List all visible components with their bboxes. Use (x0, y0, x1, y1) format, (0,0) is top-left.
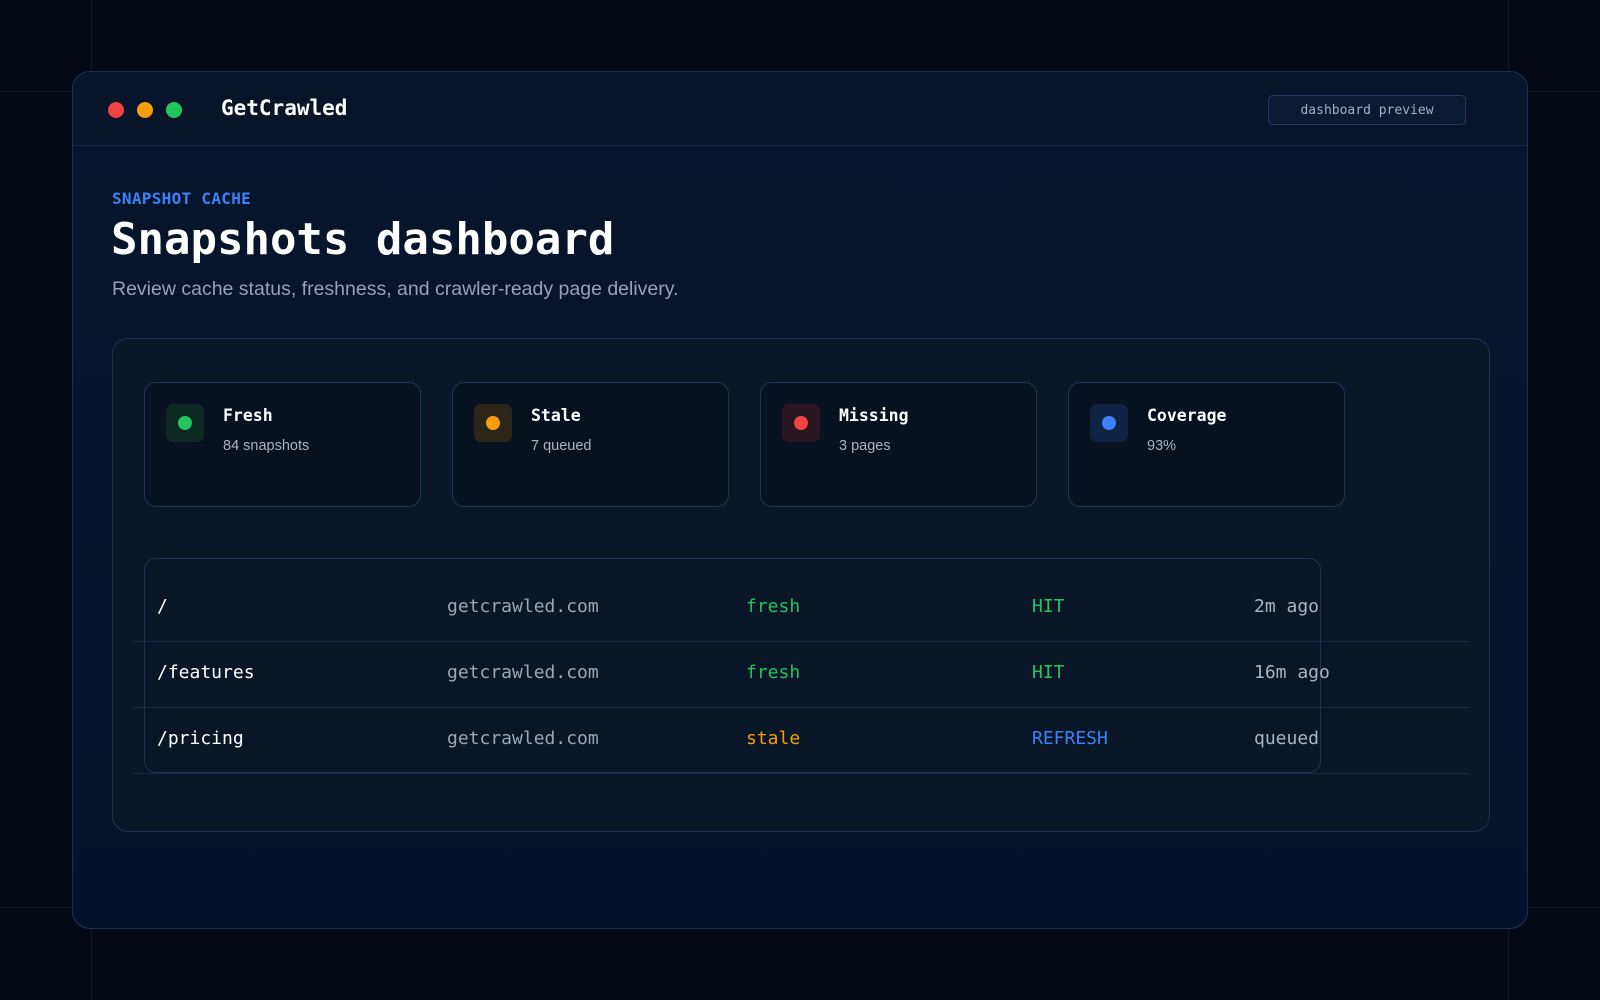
updated-cell: queued (1254, 728, 1320, 749)
host-cell: getcrawled.com (447, 728, 599, 749)
status-dot-icon (1090, 404, 1128, 442)
freshness-cell: stale (746, 728, 801, 749)
dashboard-panel: Fresh 84 snapshots Stale 7 queued Missin… (112, 338, 1490, 832)
stat-value: 3 pages (839, 438, 891, 454)
page-title: Snapshots dashboard (111, 214, 615, 265)
updated-cell: 2m ago (1254, 596, 1320, 617)
stat-value: 93% (1147, 438, 1177, 454)
stat-value: 84 snapshots (223, 438, 310, 454)
app-window: GetCrawled dashboard preview SNAPSHOT CA… (72, 71, 1528, 929)
table-row[interactable]: /pricing getcrawled.com stale REFRESH qu… (133, 708, 1469, 774)
stat-label: Fresh (223, 406, 273, 425)
stat-value: 7 queued (531, 438, 592, 454)
stat-card-coverage[interactable]: Coverage 93% (1068, 382, 1345, 507)
table-row[interactable]: / getcrawled.com fresh HIT 2m ago (133, 576, 1469, 642)
stat-card-stale[interactable]: Stale 7 queued (452, 382, 729, 507)
close-window-button[interactable] (108, 102, 124, 118)
stat-card-missing[interactable]: Missing 3 pages (760, 382, 1037, 507)
freshness-cell: fresh (746, 662, 801, 683)
app-title: GetCrawled (221, 96, 348, 120)
stat-card-fresh[interactable]: Fresh 84 snapshots (144, 382, 421, 507)
snapshot-table: / getcrawled.com fresh HIT 2m ago /featu… (133, 576, 1469, 774)
cache-status-cell: HIT (1032, 662, 1065, 683)
status-dot-icon (782, 404, 820, 442)
status-dot-icon (474, 404, 512, 442)
cache-status-cell: HIT (1032, 596, 1065, 617)
path-cell: / (157, 596, 168, 617)
host-cell: getcrawled.com (447, 662, 599, 683)
table-row[interactable]: /features getcrawled.com fresh HIT 16m a… (133, 642, 1469, 708)
section-eyebrow: SNAPSHOT CACHE (112, 189, 252, 208)
dashboard-preview-badge: dashboard preview (1268, 95, 1466, 125)
maximize-window-button[interactable] (166, 102, 182, 118)
stat-label: Coverage (1147, 406, 1227, 425)
title-bar: GetCrawled dashboard preview (73, 72, 1527, 146)
stat-label: Missing (839, 406, 909, 425)
page-subtitle: Review cache status, freshness, and craw… (112, 278, 679, 300)
path-cell: /pricing (157, 728, 244, 749)
minimize-window-button[interactable] (137, 102, 153, 118)
stat-label: Stale (531, 406, 581, 425)
updated-cell: 16m ago (1254, 662, 1330, 683)
cache-status-cell: REFRESH (1032, 728, 1108, 749)
freshness-cell: fresh (746, 596, 801, 617)
host-cell: getcrawled.com (447, 596, 599, 617)
path-cell: /features (157, 662, 255, 683)
status-dot-icon (166, 404, 204, 442)
